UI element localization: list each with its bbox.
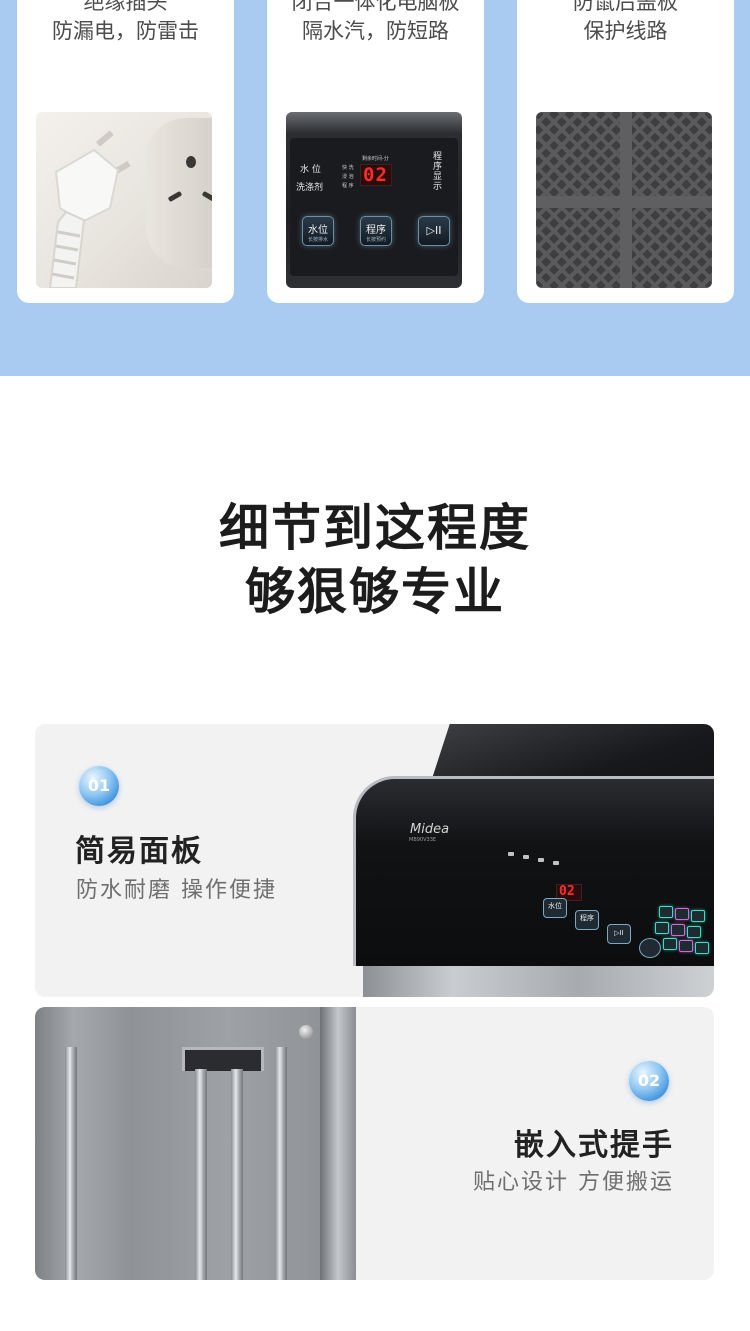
panel-water-button: 水位 长按排水: [302, 216, 334, 246]
panel-digit-display: 02: [360, 164, 392, 186]
plug-image: [36, 112, 212, 288]
brand-logo: Midea: [410, 822, 450, 837]
card-title: 闭合一体化电脑板: [291, 0, 460, 14]
mesh-cover-image: [536, 112, 712, 288]
card-insulated-plug: 绝缘插头 防漏电，防雷击: [17, 0, 234, 303]
handle-recess: [182, 1047, 264, 1071]
card-sealed-control-board: 闭合一体化电脑板 隔水汽，防短路 水 位 洗涤剂 快 洗 浸 泡 程 序 剩余时…: [267, 0, 484, 303]
card-title: 绝缘插头: [83, 0, 168, 14]
washer-start-button: ▷II: [607, 924, 631, 944]
panel-remaining-time: 剩余时间-分: [362, 156, 389, 162]
feature-cards-band: 绝缘插头 防漏电，防雷击 闭合一体化电脑板 隔水汽，防短路 水 位 洗涤剂 快 …: [0, 0, 750, 376]
feature-embedded-handle: 02 嵌入式提手 贴心设计 方便搬运: [35, 1007, 714, 1280]
panel-program-display: 程序显示: [433, 152, 443, 192]
panel-label-quick: 快 洗: [342, 165, 354, 171]
card-subtitle: 防漏电，防雷击: [52, 19, 199, 43]
feature-simple-panel: 01 简易面板 防水耐磨 操作便捷 Midea MB90V33E 02 水位 程…: [35, 724, 714, 997]
feature-title: 简易面板: [75, 834, 203, 869]
panel-program-button: 程序 长按预约: [360, 216, 392, 246]
handle-image: [35, 1007, 356, 1280]
model-number: MB90V33E: [409, 837, 437, 843]
headline-line-2: 够狠够专业: [245, 563, 505, 621]
badge-02: 02: [629, 1061, 669, 1101]
card-rodent-proof-cover: 防鼠后盖板 保护线路: [517, 0, 734, 303]
washer-program-button: 程序: [575, 910, 599, 930]
panel-label-water: 水 位: [300, 165, 321, 175]
panel-label-soak: 浸 泡: [342, 174, 354, 180]
power-icon: [639, 938, 661, 958]
panel-start-button: ▷II: [418, 216, 450, 246]
control-panel-image: 水 位 洗涤剂 快 洗 浸 泡 程 序 剩余时间-分 02 程序显示 水位 长按…: [286, 112, 462, 288]
feature-subtitle: 贴心设计 方便搬运: [473, 1170, 674, 1195]
plug-icon: [48, 130, 131, 288]
washer-water-button: 水位: [543, 898, 567, 918]
card-subtitle: 隔水汽，防短路: [302, 19, 449, 43]
washer-top-image: Midea MB90V33E 02 水位 程序 ▷II: [353, 724, 714, 997]
screw-icon: [299, 1025, 313, 1039]
headline-line-1: 细节到这程度: [219, 499, 531, 557]
card-title: 防鼠后盖板: [573, 0, 678, 14]
panel-label-program: 程 序: [342, 183, 354, 189]
panel-label-detergent: 洗涤剂: [296, 183, 324, 193]
badge-01: 01: [79, 766, 119, 806]
card-subtitle: 保护线路: [583, 19, 668, 43]
feature-title: 嵌入式提手: [514, 1128, 674, 1163]
feature-subtitle: 防水耐磨 操作便捷: [76, 878, 277, 903]
